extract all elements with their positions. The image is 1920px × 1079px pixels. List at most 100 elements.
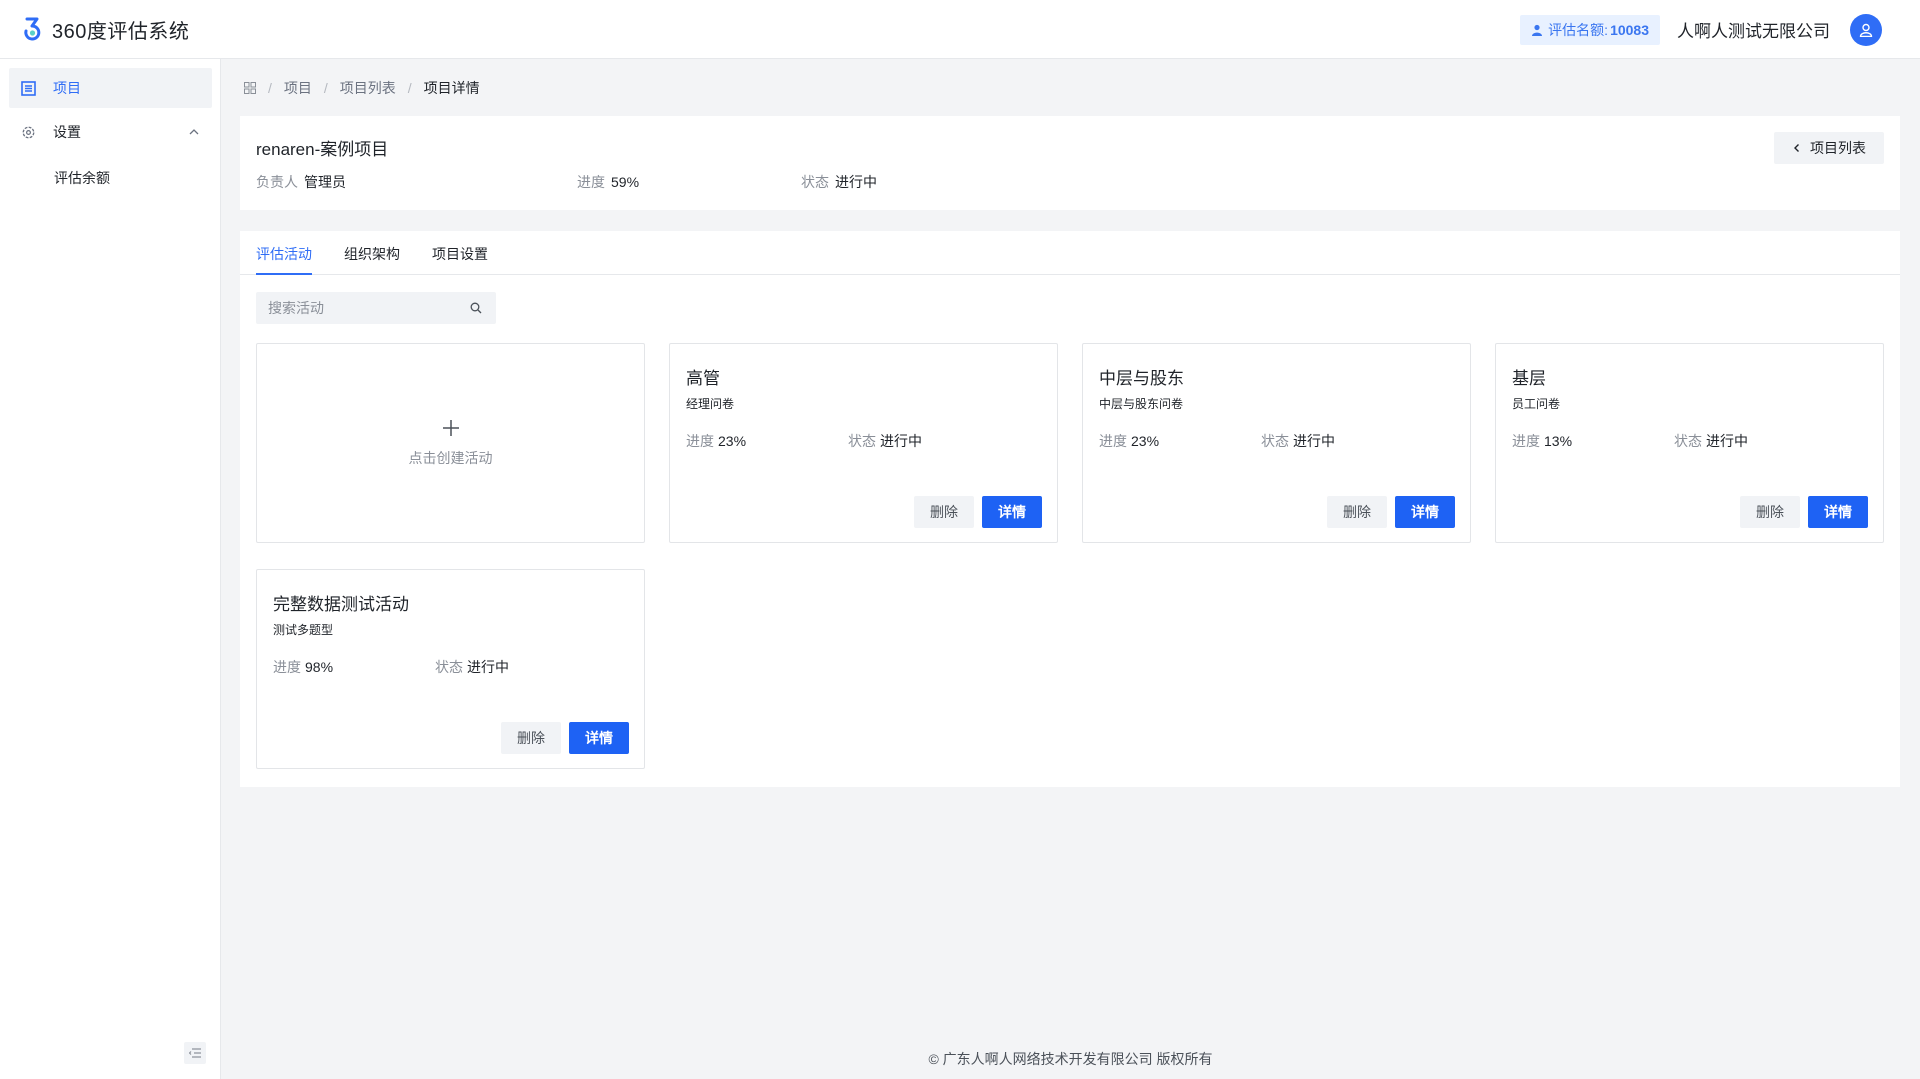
collapse-icon <box>189 1048 201 1058</box>
activity-card: 中层与股东 中层与股东问卷 进度 23% 状态 进行中 删除 详情 <box>1082 343 1471 543</box>
progress-value: 23% <box>1131 433 1160 449</box>
activity-questionnaire: 中层与股东问卷 <box>1099 397 1184 411</box>
breadcrumb-item-project-list[interactable]: 项目列表 <box>340 78 396 98</box>
status-value: 进行中 <box>1293 433 1335 449</box>
status-value: 进行中 <box>467 659 509 675</box>
detail-button[interactable]: 详情 <box>569 722 629 754</box>
activity-progress: 进度 23% <box>686 431 746 451</box>
activity-status: 状态 进行中 <box>1674 431 1748 451</box>
back-to-list-button[interactable]: 项目列表 <box>1774 132 1884 164</box>
activity-status: 状态 进行中 <box>848 431 922 451</box>
progress-value: 59% <box>611 174 640 190</box>
user-icon <box>1532 24 1543 36</box>
tab-project-settings[interactable]: 项目设置 <box>432 244 488 275</box>
delete-button[interactable]: 删除 <box>1327 496 1387 528</box>
sidebar-collapse-button[interactable] <box>184 1042 206 1064</box>
status-label: 状态 <box>1261 433 1289 449</box>
progress-label: 进度 <box>273 659 301 675</box>
activity-card: 完整数据测试活动 测试多题型 进度 98% 状态 进行中 删除 详情 <box>256 569 645 769</box>
breadcrumb: / 项目 / 项目列表 / 项目详情 <box>244 79 480 97</box>
list-icon <box>21 81 36 96</box>
detail-button[interactable]: 详情 <box>982 496 1042 528</box>
status-value: 进行中 <box>835 174 877 190</box>
tab-org-structure[interactable]: 组织架构 <box>344 244 400 275</box>
chevron-up-icon <box>189 129 199 135</box>
search-icon[interactable] <box>470 302 482 314</box>
tab-bar: 评估活动 组织架构 项目设置 <box>240 231 1900 275</box>
activities-panel: 评估活动 组织架构 项目设置 点击创建活动 高管 经理问卷 进度23% 状态进行… <box>240 231 1900 787</box>
detail-button[interactable]: 详情 <box>1395 496 1455 528</box>
activity-title: 中层与股东 <box>1099 369 1184 388</box>
detail-button[interactable]: 详情 <box>1808 496 1868 528</box>
status-label: 状态 <box>848 433 876 449</box>
app-logo[interactable]: 360度评估系统 <box>22 15 189 44</box>
delete-button[interactable]: 删除 <box>501 722 561 754</box>
activity-title: 基层 <box>1512 369 1546 388</box>
status-label: 状态 <box>1674 433 1702 449</box>
status-label: 状态 <box>801 174 829 190</box>
breadcrumb-separator: / <box>268 80 272 96</box>
activity-title: 高管 <box>686 369 720 388</box>
search-input[interactable] <box>256 292 456 324</box>
gear-icon <box>22 126 35 139</box>
project-title: renaren-案例项目 <box>256 140 389 159</box>
company-name[interactable]: 人啊人测试无限公司 <box>1677 17 1830 42</box>
progress-value: 13% <box>1544 433 1573 449</box>
activity-progress: 进度 98% <box>273 657 333 677</box>
progress-label: 进度 <box>1512 433 1540 449</box>
project-info-card: renaren-案例项目 负责人 管理员 进度 59% 状态 进行中 项目列表 <box>240 116 1900 210</box>
activity-questionnaire: 测试多题型 <box>273 623 334 637</box>
breadcrumb-current: 项目详情 <box>423 80 480 96</box>
delete-button[interactable]: 删除 <box>914 496 974 528</box>
plus-icon <box>442 420 459 436</box>
breadcrumb-separator: / <box>407 80 412 96</box>
sidebar-item-projects[interactable]: 项目 <box>9 68 212 108</box>
owner-value: 管理员 <box>304 174 346 190</box>
quota-label: 评估名额: <box>1548 21 1609 38</box>
progress-label: 进度 <box>577 174 605 190</box>
quota-value: 10083 <box>1610 21 1649 38</box>
create-activity-label: 点击创建活动 <box>408 450 493 466</box>
activity-questionnaire: 员工问卷 <box>1512 397 1561 411</box>
activity-card: 高管 经理问卷 进度 23% 状态 进行中 删除 详情 <box>669 343 1058 543</box>
create-activity-card[interactable]: 点击创建活动 <box>256 343 645 543</box>
activity-title: 完整数据测试活动 <box>273 595 409 614</box>
activity-questionnaire: 经理问卷 <box>686 397 735 411</box>
quota-badge: 评估名额: 10083 <box>1520 14 1660 45</box>
status-label: 状态 <box>435 659 463 675</box>
progress-value: 98% <box>305 659 334 675</box>
search-box <box>256 292 496 324</box>
sidebar-item-settings[interactable]: 设置 <box>9 112 212 152</box>
status-value: 进行中 <box>880 433 922 449</box>
user-icon <box>1859 23 1873 37</box>
activity-card: 基层 员工问卷 进度 13% 状态 进行中 删除 详情 <box>1495 343 1884 543</box>
avatar[interactable] <box>1850 13 1882 46</box>
activity-status: 状态 进行中 <box>1261 431 1335 451</box>
grid-icon[interactable] <box>244 82 256 94</box>
activity-status: 状态 进行中 <box>435 657 509 677</box>
breadcrumb-separator: / <box>323 80 328 96</box>
back-button-label: 项目列表 <box>1810 140 1866 156</box>
progress-label: 进度 <box>686 433 714 449</box>
sidebar: 项目 设置 评估余额 <box>0 59 221 1079</box>
tab-activities[interactable]: 评估活动 <box>256 244 312 275</box>
project-progress: 进度 59% <box>577 172 639 192</box>
app-title: 360度评估系统 <box>52 20 190 43</box>
owner-label: 负责人 <box>256 174 298 190</box>
breadcrumb-item-projects[interactable]: 项目 <box>284 78 312 98</box>
progress-value: 23% <box>718 433 747 449</box>
sidebar-item-label: 设置 <box>53 124 81 140</box>
chevron-left-icon <box>1794 144 1799 152</box>
top-header: 360度评估系统 评估名额: 10083 人啊人测试无限公司 <box>0 0 1920 59</box>
footer-copyright: © 广东人啊人网络技术开发有限公司 版权所有 <box>928 1051 1213 1067</box>
sidebar-subitem-balance[interactable]: 评估余额 <box>54 168 110 188</box>
status-value: 进行中 <box>1706 433 1748 449</box>
sidebar-item-label: 项目 <box>53 80 81 96</box>
progress-label: 进度 <box>1099 433 1127 449</box>
logo-icon <box>24 17 41 41</box>
activity-progress: 进度 23% <box>1099 431 1159 451</box>
delete-button[interactable]: 删除 <box>1740 496 1800 528</box>
project-status: 状态 进行中 <box>801 172 877 192</box>
activity-progress: 进度 13% <box>1512 431 1572 451</box>
project-owner: 负责人 管理员 <box>256 172 346 192</box>
